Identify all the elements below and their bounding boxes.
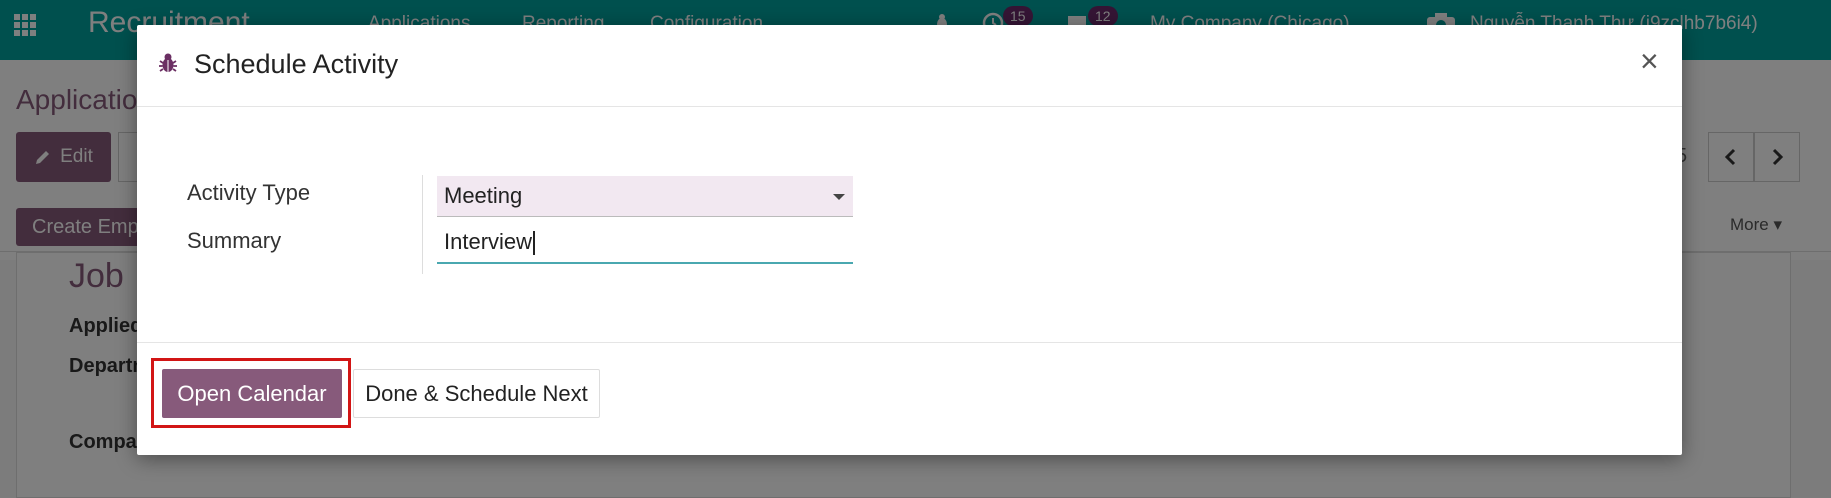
schedule-activity-dialog: Schedule Activity × Activity Type Meetin… (137, 25, 1682, 455)
modal-footer: Open Calendar Done & Schedule Next (137, 342, 1682, 455)
summary-input[interactable]: Interview (437, 223, 853, 264)
modal-title: Schedule Activity (194, 49, 399, 79)
bug-icon (159, 53, 177, 72)
activity-type-select[interactable]: Meeting (437, 176, 853, 217)
summary-label: Summary (187, 228, 282, 253)
caret-down-icon (833, 194, 845, 200)
activity-type-label: Activity Type (187, 180, 311, 205)
summary-value: Interview (444, 229, 533, 254)
form-separator (422, 175, 423, 274)
close-icon[interactable]: × (1640, 45, 1659, 77)
done-schedule-next-button[interactable]: Done & Schedule Next (353, 369, 600, 418)
activity-type-value: Meeting (444, 183, 523, 208)
text-cursor (533, 231, 536, 256)
modal-header: Schedule Activity × (137, 25, 1682, 107)
open-calendar-button[interactable]: Open Calendar (162, 369, 342, 418)
